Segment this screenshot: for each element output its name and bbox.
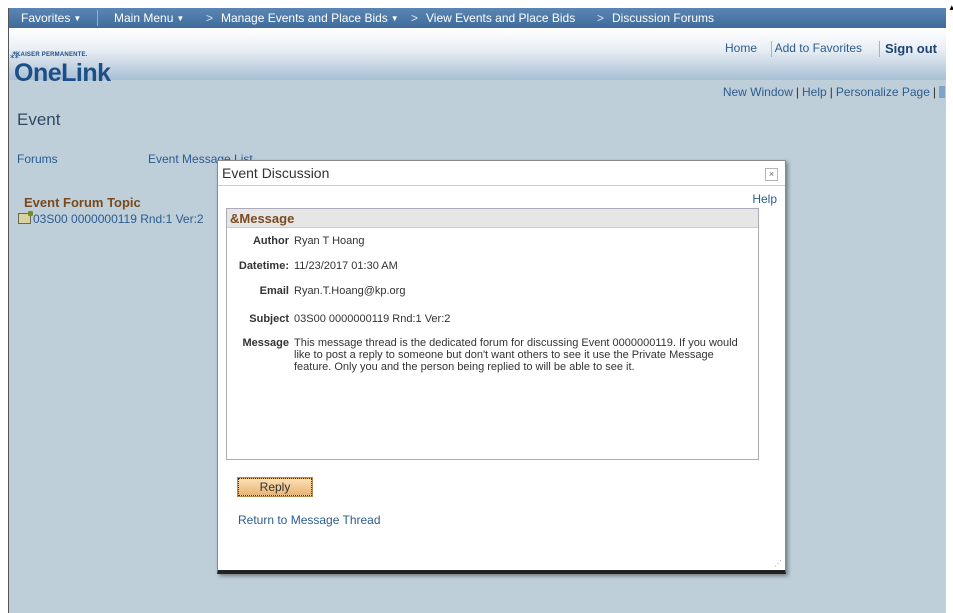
personalize-page-link[interactable]: Personalize Page bbox=[836, 85, 930, 99]
scroll-arrow-icon[interactable]: ▴ bbox=[949, 2, 953, 13]
topic-item-label: 03S00 0000000119 Rnd:1 Ver:2 bbox=[33, 212, 204, 226]
divider: | bbox=[932, 85, 936, 99]
modal-help-link[interactable]: Help bbox=[752, 192, 777, 206]
resize-grip-icon[interactable]: ⋰ bbox=[774, 560, 783, 569]
main-menu-label: Main Menu bbox=[114, 11, 174, 25]
author-label: Author bbox=[252, 235, 289, 247]
message-section-label: &Message bbox=[230, 211, 295, 226]
breadcrumb-label: Discussion Forums bbox=[612, 11, 715, 25]
home-link[interactable]: Home bbox=[725, 41, 757, 55]
topic-item[interactable]: 03S00 0000000119 Rnd:1 Ver:2 bbox=[18, 211, 204, 226]
breadcrumb-view-events[interactable]: > View Events and Place Bids bbox=[411, 11, 575, 25]
email-label: Email bbox=[259, 285, 289, 297]
brand-small: KAISER PERMANENTE. bbox=[16, 52, 88, 58]
datetime-value: 11/23/2017 01:30 AM bbox=[294, 260, 398, 272]
page-title: Event bbox=[17, 110, 61, 129]
chevron-right-icon: > bbox=[597, 11, 605, 25]
divider: | bbox=[829, 85, 833, 99]
app-frame: Favorites ▼ Main Menu ▼ > Manage Events and… bbox=[8, 8, 947, 613]
close-icon[interactable]: × bbox=[765, 168, 778, 181]
message-section-header: &Message bbox=[227, 209, 758, 228]
sign-out-link[interactable]: Sign out bbox=[885, 41, 937, 56]
modal-title-bar[interactable]: Event Discussion × bbox=[218, 161, 785, 186]
divider bbox=[879, 41, 880, 57]
breadcrumb-label: View Events and Place Bids bbox=[426, 11, 576, 25]
new-window-link[interactable]: New Window bbox=[723, 85, 793, 99]
nav-divider bbox=[97, 10, 98, 26]
breadcrumb-manage-events[interactable]: > Manage Events and Place Bids ▼ bbox=[206, 11, 399, 25]
divider bbox=[771, 41, 772, 57]
datetime-label: Datetime: bbox=[238, 260, 289, 272]
page-links: New Window | Help | Personalize Page | bbox=[723, 85, 945, 99]
nav-bar: Favorites ▼ Main Menu ▼ > Manage Events and… bbox=[9, 8, 947, 28]
divider: | bbox=[795, 85, 799, 99]
message-section: &Message Author Ryan T Hoang Datetime: 1… bbox=[226, 208, 759, 460]
caret-down-icon: ▼ bbox=[390, 14, 399, 23]
event-discussion-modal: Event Discussion × Help &Message Author … bbox=[217, 160, 786, 574]
author-value: Ryan T Hoang bbox=[294, 235, 365, 247]
subject-label: Subject bbox=[249, 313, 289, 325]
window-edge: ▴ bbox=[946, 0, 953, 613]
add-to-favorites-link[interactable]: Add to Favorites bbox=[775, 41, 862, 55]
help-link[interactable]: Help bbox=[802, 85, 827, 99]
email-value: Ryan.T.Hoang@kp.org bbox=[294, 285, 406, 297]
breadcrumb-label: Manage Events and Place Bids bbox=[221, 11, 388, 25]
tab-forums[interactable]: Forums bbox=[17, 152, 58, 166]
modal-title: Event Discussion bbox=[222, 165, 330, 181]
header: ⁂ KAISER PERMANENTE. OneLink Home Add to… bbox=[9, 28, 947, 87]
main-menu[interactable]: Main Menu ▼ bbox=[114, 11, 184, 25]
onelink-logo: OneLink bbox=[14, 59, 111, 87]
favorites-label: Favorites bbox=[21, 11, 71, 25]
breadcrumb-discussion-forums[interactable]: > Discussion Forums bbox=[597, 11, 714, 25]
message-body: This message thread is the dedicated for… bbox=[294, 337, 738, 373]
caret-down-icon: ▼ bbox=[176, 14, 185, 23]
caret-down-icon: ▼ bbox=[73, 14, 82, 23]
chevron-right-icon: > bbox=[206, 11, 214, 25]
subject-value: 03S00 0000000119 Rnd:1 Ver:2 bbox=[294, 313, 451, 325]
message-label: Message bbox=[242, 337, 289, 349]
forum-topic-icon bbox=[18, 211, 33, 224]
chevron-right-icon: > bbox=[411, 11, 419, 25]
topic-heading: Event Forum Topic bbox=[24, 195, 141, 210]
return-to-thread-link[interactable]: Return to Message Thread bbox=[238, 513, 381, 527]
favorites-menu[interactable]: Favorites ▼ bbox=[21, 11, 81, 25]
spreadsheet-icon[interactable] bbox=[939, 86, 945, 98]
reply-button[interactable]: Reply bbox=[237, 477, 313, 497]
